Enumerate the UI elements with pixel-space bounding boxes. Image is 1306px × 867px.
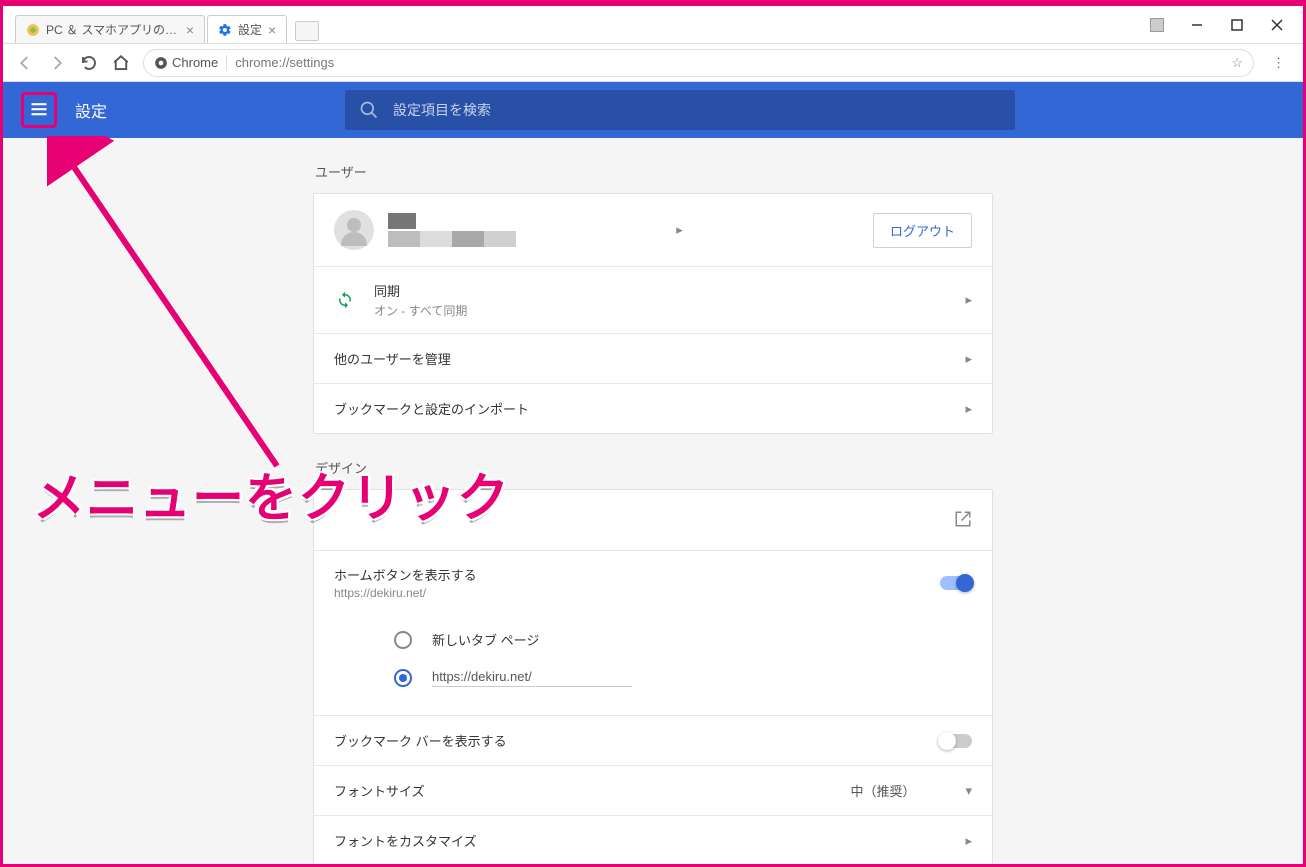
bookmark-star-icon[interactable]: ☆: [1231, 55, 1243, 71]
url-scheme: Chrome: [172, 55, 218, 70]
logout-button[interactable]: ログアウト: [873, 213, 972, 248]
url-text: chrome://settings: [235, 55, 1223, 70]
sync-row[interactable]: 同期 オン - すべて同期 ▸: [314, 266, 992, 333]
card: ▸ ログアウト 同期 オン - すべて同期 ▸ 他のユーザーを管理 ▸ ブックマ…: [313, 193, 993, 434]
radio-url-input[interactable]: https://dekiru.net/: [432, 669, 632, 687]
chrome-icon: Chrome: [154, 55, 218, 70]
search-icon: [359, 100, 379, 120]
bookmark-bar-toggle[interactable]: [940, 734, 972, 748]
import-row[interactable]: ブックマークと設定のインポート ▸: [314, 383, 992, 433]
minimize-button[interactable]: [1179, 10, 1215, 40]
settings-header: 設定: [3, 82, 1303, 138]
user-name-redacted: [388, 213, 516, 247]
menu-button[interactable]: [21, 92, 57, 128]
settings-search[interactable]: [345, 90, 1015, 130]
row-sub: https://dekiru.net/: [334, 586, 477, 600]
font-custom-row[interactable]: フォントをカスタマイズ ▸: [314, 815, 992, 864]
row-label: 他のユーザーを管理: [334, 349, 451, 368]
row-label: ブックマーク バーを表示する: [334, 731, 507, 750]
favicon-icon: [26, 23, 40, 37]
manage-users-row[interactable]: 他のユーザーを管理 ▸: [314, 333, 992, 383]
section-title: デザイン: [313, 458, 993, 477]
window-controls: [1139, 6, 1303, 43]
hamburger-icon: [29, 99, 49, 122]
row-label: ブックマークと設定のインポート: [334, 399, 529, 418]
close-window-button[interactable]: [1259, 10, 1295, 40]
section-title: ユーザー: [313, 162, 993, 181]
home-button-row: ホームボタンを表示する https://dekiru.net/ 新しいタブ ペー…: [314, 550, 992, 715]
row-label: ホームボタンを表示する: [334, 565, 477, 584]
chevron-right-icon: ▸: [965, 351, 972, 367]
radio-icon: [394, 631, 412, 649]
tabs-area: PC ＆ スマホアプリの使い方 × 設定 ×: [3, 6, 1139, 43]
row-sub: オン - すべて同期: [374, 302, 467, 319]
home-toggle[interactable]: [940, 576, 972, 590]
radio-custom-url[interactable]: https://dekiru.net/: [334, 659, 972, 697]
radio-newtab[interactable]: 新しいタブ ページ: [334, 620, 972, 659]
search-input[interactable]: [393, 102, 1001, 118]
separator: [226, 55, 227, 71]
window-titlebar: PC ＆ スマホアプリの使い方 × 設定 ×: [3, 6, 1303, 44]
chevron-right-icon: ▸: [965, 833, 972, 849]
gear-icon: [218, 23, 232, 37]
section-design: デザイン ホームボタンを表示する https://dekiru.net/ 新しい: [313, 458, 993, 864]
back-button[interactable]: [15, 53, 35, 73]
url-toolbar: Chrome chrome://settings ☆ ⋮: [3, 44, 1303, 82]
close-icon[interactable]: ×: [186, 23, 194, 37]
radio-icon: [394, 669, 412, 687]
browser-tab[interactable]: PC ＆ スマホアプリの使い方 ×: [15, 15, 205, 43]
chevron-right-icon: ▸: [965, 292, 972, 308]
tab-label: PC ＆ スマホアプリの使い方: [46, 21, 180, 38]
bookmark-bar-row[interactable]: ブックマーク バーを表示する: [314, 715, 992, 765]
tab-label: 設定: [238, 21, 262, 38]
settings-content: ユーザー ▸ ログアウト: [3, 138, 1303, 864]
radio-label: 新しいタブ ページ: [432, 630, 539, 649]
font-size-row[interactable]: フォントサイズ 中（推奨） ▾: [314, 765, 992, 815]
page-title: 設定: [75, 98, 107, 122]
user-account-row[interactable]: ▸ ログアウト: [314, 194, 992, 266]
section-user: ユーザー ▸ ログアウト: [313, 162, 993, 434]
chevron-down-icon: ▾: [965, 783, 972, 799]
browser-menu-icon[interactable]: ⋮: [1266, 55, 1291, 71]
maximize-button[interactable]: [1219, 10, 1255, 40]
chevron-right-icon: ▸: [676, 222, 683, 238]
browser-tab[interactable]: 設定 ×: [207, 15, 287, 43]
home-button[interactable]: [111, 53, 131, 73]
row-label: フォントをカスタマイズ: [334, 831, 477, 850]
row-label: フォントサイズ: [334, 781, 425, 800]
reload-button[interactable]: [79, 53, 99, 73]
card: ホームボタンを表示する https://dekiru.net/ 新しいタブ ペー…: [313, 489, 993, 864]
select-value: 中（推奨）: [850, 781, 915, 800]
open-external-icon: [954, 510, 972, 531]
avatar: [334, 210, 374, 250]
window-state-icon: [1139, 10, 1175, 40]
address-bar[interactable]: Chrome chrome://settings ☆: [143, 49, 1254, 77]
row-label: 同期: [374, 281, 467, 300]
chevron-right-icon: ▸: [965, 401, 972, 417]
theme-row[interactable]: [314, 490, 992, 550]
new-tab-button[interactable]: [295, 21, 319, 41]
sync-icon: [334, 291, 356, 309]
forward-button[interactable]: [47, 53, 67, 73]
close-icon[interactable]: ×: [268, 23, 276, 37]
